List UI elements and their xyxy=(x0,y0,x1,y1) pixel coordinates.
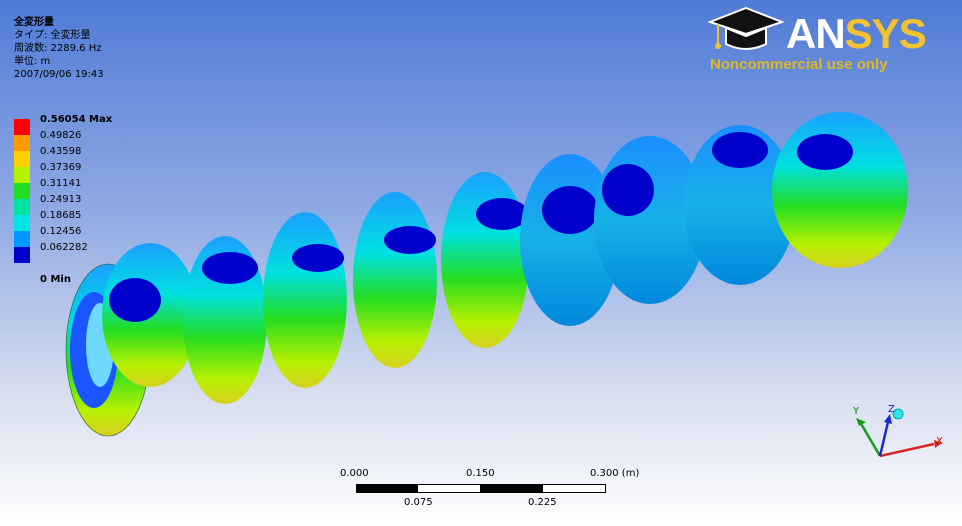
scale-segment xyxy=(480,484,542,493)
axis-y-label: Y xyxy=(852,406,860,417)
scale-segment xyxy=(418,484,480,493)
axis-triad[interactable]: X Y Z xyxy=(846,400,956,480)
scale-bar: 0.000 0.150 0.300 (m) 0.075 0.225 xyxy=(340,466,650,516)
model-view[interactable] xyxy=(0,0,962,526)
scale-label: 0.000 xyxy=(340,468,369,479)
deformed-body xyxy=(65,112,908,437)
scale-label: 0.225 xyxy=(528,497,557,508)
scale-segment xyxy=(542,484,606,493)
scale-label: 0.075 xyxy=(404,497,433,508)
scale-label: 0.300 (m) xyxy=(590,468,640,479)
axis-z-label: Z xyxy=(888,404,895,415)
axis-x-label: X xyxy=(936,436,943,447)
scale-segment xyxy=(356,484,418,493)
scale-label: 0.150 xyxy=(466,468,495,479)
